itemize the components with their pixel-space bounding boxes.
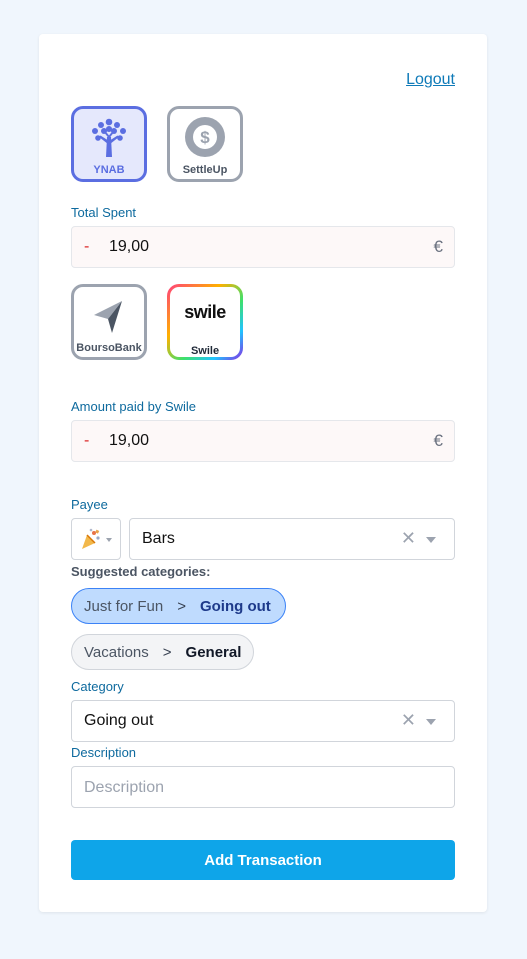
category-select[interactable]: Going out ✕ (71, 700, 455, 742)
add-transaction-button[interactable]: Add Transaction (71, 840, 455, 880)
total-spent-label: Total Spent (71, 205, 137, 220)
tree-icon (92, 118, 126, 157)
swile-amount-currency: € (433, 431, 443, 450)
description-input[interactable]: Description (71, 766, 455, 808)
payee-icon-select[interactable] (71, 518, 121, 560)
swile-amount-sign: - (84, 432, 90, 449)
category-clear-icon[interactable]: ✕ (401, 710, 416, 731)
payee-chevron-down-icon[interactable] (426, 537, 436, 543)
suggested-parent: Vacations (84, 643, 149, 661)
suggested-child: Going out (199, 597, 271, 615)
suggested-category-pill[interactable]: Just for Fun > Going out (71, 588, 286, 624)
party-popper-icon (82, 528, 100, 549)
description-label: Description (71, 745, 137, 760)
category-value: Going out (84, 712, 154, 729)
total-spent-value: 19,00 (109, 238, 150, 255)
payee-select[interactable]: Bars ✕ (129, 518, 455, 560)
dollar-coin-icon: $ (185, 117, 225, 157)
settleup-tile[interactable]: $ SettleUp (167, 106, 243, 182)
total-spent-sign: - (84, 238, 90, 255)
payee-value: Bars (142, 530, 175, 547)
boursobank-tile[interactable]: BoursoBank (71, 284, 147, 360)
boursobank-label: BoursoBank (76, 342, 142, 354)
suggested-child: General (185, 643, 242, 661)
total-spent-currency: € (433, 237, 443, 256)
total-spent-input[interactable]: - 19,00 € (71, 226, 455, 268)
ynab-tile[interactable]: YNAB (71, 106, 147, 182)
swile-logo: swile (184, 302, 226, 322)
swile-label: Swile (190, 345, 220, 357)
payee-label: Payee (71, 497, 108, 512)
bourso-arrow-icon (94, 301, 122, 333)
svg-text:$: $ (200, 128, 210, 147)
suggested-categories-title: Suggested categories: (71, 564, 211, 579)
swile-amount-value: 19,00 (109, 432, 150, 449)
settleup-label: SettleUp (182, 164, 228, 176)
swile-tile[interactable]: swile Swile (167, 284, 243, 360)
logout-link[interactable]: Logout (406, 71, 455, 89)
transaction-card: Logout YNAB $ SettleUp Total Spent - 19,… (39, 34, 487, 912)
suggested-separator: > (177, 597, 186, 615)
swile-amount-input[interactable]: - 19,00 € (71, 420, 455, 462)
suggested-category-pill[interactable]: Vacations > General (71, 634, 254, 670)
category-label: Category (71, 679, 124, 694)
suggested-parent: Just for Fun (84, 597, 164, 615)
swile-amount-label: Amount paid by Swile (71, 399, 197, 414)
payee-icon-caret-icon (106, 538, 112, 542)
payee-clear-icon[interactable]: ✕ (401, 528, 416, 549)
category-chevron-down-icon[interactable] (426, 719, 436, 725)
ynab-label: YNAB (93, 164, 125, 176)
suggested-separator: > (162, 643, 172, 661)
